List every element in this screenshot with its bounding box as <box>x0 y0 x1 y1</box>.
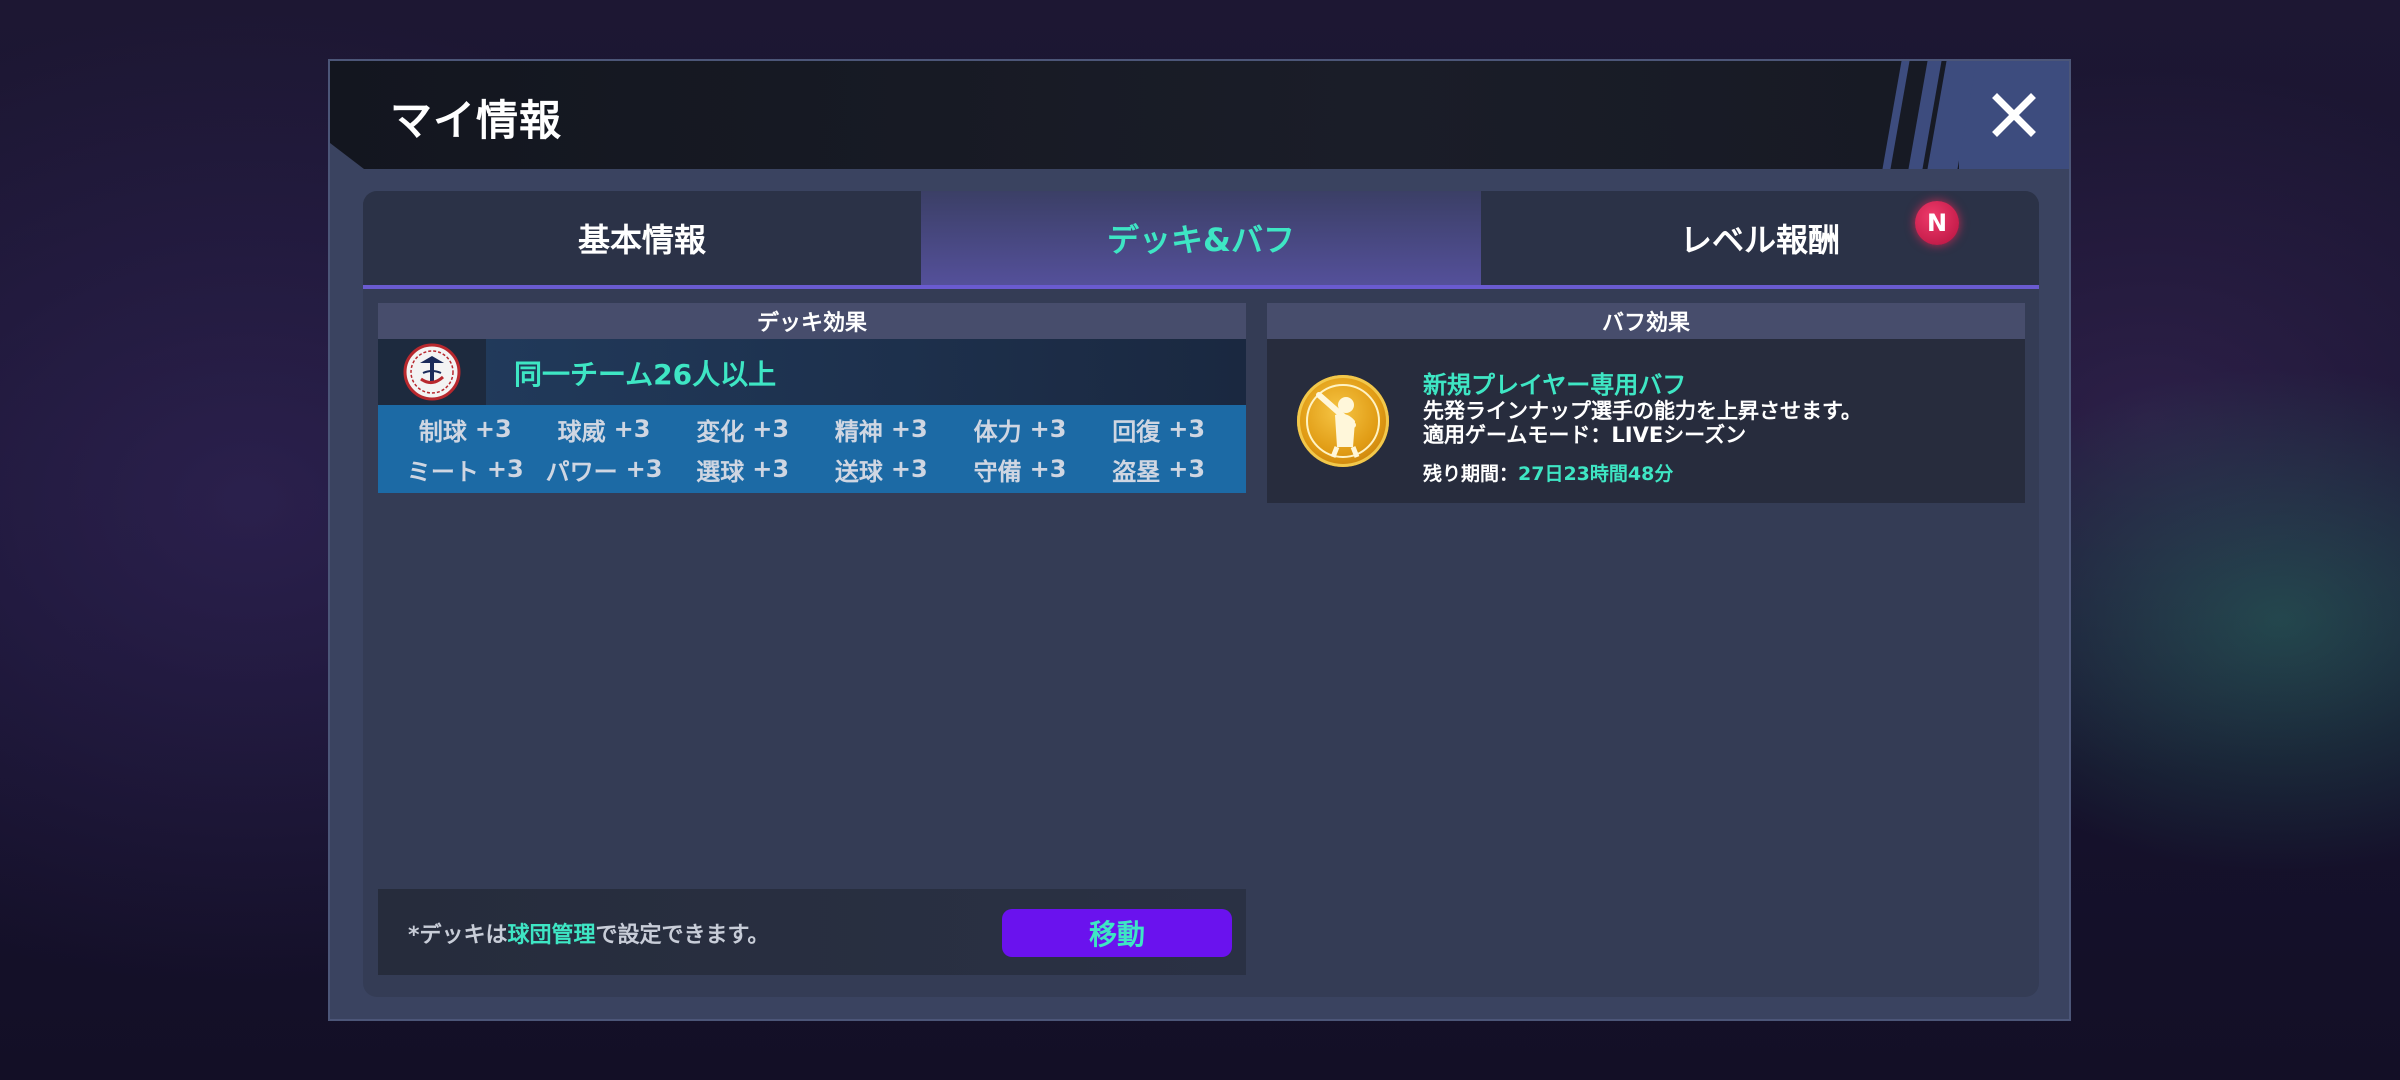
stat-item: 体力 +3 <box>951 409 1090 449</box>
stat-item: 精神 +3 <box>812 409 951 449</box>
dialog-titlebar: マイ情報 <box>330 61 2069 169</box>
move-button[interactable]: 移動 <box>1002 909 1232 957</box>
tab-bar: 基本情報 デッキ&バフ レベル報酬 N <box>363 191 2039 289</box>
stat-name: 守備 <box>973 457 1022 486</box>
my-info-dialog: マイ情報 基本情報 デッキ&バフ レベル報酬 N デッキ効果 同一チーム26人以… <box>328 59 2071 1021</box>
buff-description: 先発ラインナップ選手の能力を上昇させます。 適用ゲームモード：LIVEシーズン <box>1423 399 1862 447</box>
buff-title: 新規プレイヤー専用バフ <box>1423 371 1687 399</box>
deck-footer-note: *デッキは球団管理で設定できます。 <box>408 917 769 949</box>
buff-card: 新規プレイヤー専用バフ 先発ラインナップ選手の能力を上昇させます。 適用ゲームモ… <box>1267 339 2025 503</box>
titlebar-stripe <box>1882 61 1910 169</box>
stat-value: +3 <box>1168 455 1206 483</box>
stat-item: 変化 +3 <box>673 409 812 449</box>
batter-icon <box>1306 384 1380 458</box>
stat-item: 盗塁 +3 <box>1089 449 1228 489</box>
deck-effect-row: 同一チーム26人以上 <box>378 339 1246 405</box>
stat-item: 制球 +3 <box>396 409 535 449</box>
stat-item: 選球 +3 <box>673 449 812 489</box>
footer-prefix: *デッキは <box>408 923 508 948</box>
yankees-logo-icon <box>403 343 461 401</box>
stat-name: 精神 <box>834 417 883 446</box>
stat-value: +3 <box>1029 415 1067 443</box>
stat-name: 体力 <box>973 417 1022 446</box>
tab-label: レベル報酬 <box>1679 221 1840 259</box>
stat-value: +3 <box>613 415 651 443</box>
stat-item: 送球 +3 <box>812 449 951 489</box>
buff-effect-header: バフ効果 <box>1267 303 2025 339</box>
stat-name: 盗塁 <box>1112 457 1161 486</box>
stat-value: +3 <box>486 455 524 483</box>
stat-value: +3 <box>752 455 790 483</box>
stat-value: +3 <box>752 415 790 443</box>
remain-label: 残り期間： <box>1423 463 1519 485</box>
team-logo <box>378 339 486 405</box>
stat-name: 回復 <box>1112 417 1161 446</box>
buff-remaining-time: 残り期間：27日23時間48分 <box>1423 459 1673 486</box>
deck-footer: *デッキは球団管理で設定できます。 移動 <box>378 889 1246 975</box>
close-icon <box>1992 93 2036 137</box>
stat-item: 守備 +3 <box>951 449 1090 489</box>
titlebar-corner-decoration <box>330 143 364 169</box>
buff-batter-icon <box>1297 375 1389 467</box>
tab-basic-info[interactable]: 基本情報 <box>363 191 921 285</box>
tab-label: デッキ&バフ <box>1107 221 1295 259</box>
tab-label: 基本情報 <box>577 221 706 259</box>
stat-name: 球威 <box>557 417 606 446</box>
stat-item: 球威 +3 <box>535 409 674 449</box>
stat-name: 選球 <box>696 457 745 486</box>
stat-value: +3 <box>1029 455 1067 483</box>
stat-name: 変化 <box>696 417 745 446</box>
buff-desc-line: 適用ゲームモード：LIVEシーズン <box>1423 423 1747 447</box>
deck-effect-header: デッキ効果 <box>378 303 1246 339</box>
stat-name: ミート <box>406 457 479 486</box>
stat-item: ミート +3 <box>396 449 535 489</box>
content-panel: 基本情報 デッキ&バフ レベル報酬 N デッキ効果 同一チーム26人以上 制球 … <box>363 191 2039 997</box>
team-management-link: 球団管理 <box>507 923 596 948</box>
buff-desc-line: 先発ラインナップ選手の能力を上昇させます。 <box>1423 399 1862 423</box>
deck-stat-grid: 制球 +3 球威 +3 変化 +3 精神 +3 体力 +3 回復 +3 ミート +3 パワー +… <box>378 405 1246 493</box>
stat-value: +3 <box>890 415 928 443</box>
stat-name: パワー <box>545 457 618 486</box>
stat-name: 制球 <box>418 417 467 446</box>
close-button[interactable] <box>1959 61 2069 169</box>
tab-deck-buff[interactable]: デッキ&バフ <box>921 191 1481 285</box>
stat-value: +3 <box>890 455 928 483</box>
tab-level-reward[interactable]: レベル報酬 N <box>1481 191 2039 285</box>
footer-suffix: で設定できます。 <box>595 923 770 948</box>
new-badge: N <box>1915 201 1959 245</box>
deck-condition: 同一チーム26人以上 <box>514 358 777 391</box>
stat-name: 送球 <box>834 457 883 486</box>
remain-value: 27日23時間48分 <box>1518 463 1674 485</box>
stat-value: +3 <box>625 455 663 483</box>
stat-value: +3 <box>474 415 512 443</box>
dialog-title: マイ情報 <box>390 96 563 145</box>
stat-value: +3 <box>1168 415 1206 443</box>
stat-item: 回復 +3 <box>1089 409 1228 449</box>
stat-item: パワー +3 <box>535 449 674 489</box>
